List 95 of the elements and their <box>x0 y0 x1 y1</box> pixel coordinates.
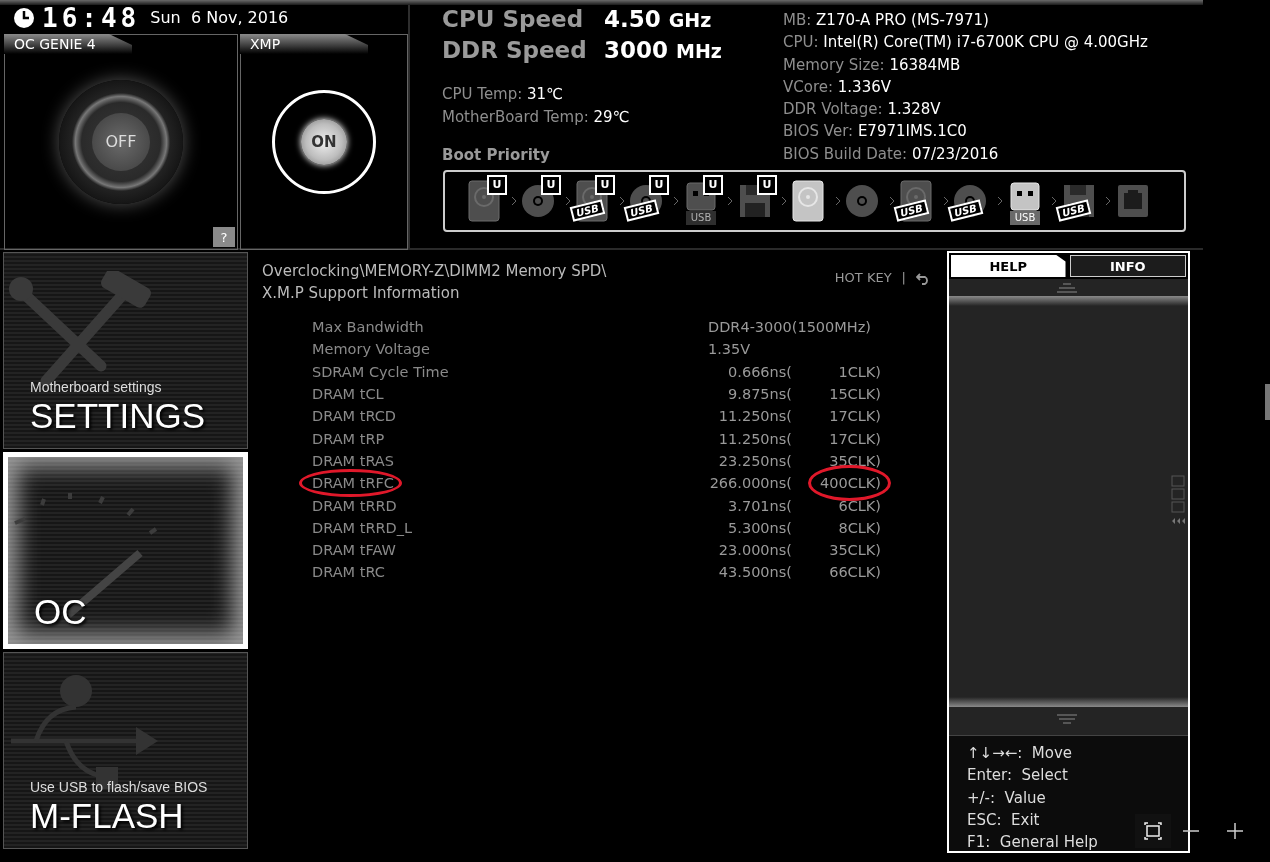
setting-name: DRAM tRRD_L <box>312 518 414 538</box>
key-hint: ↑↓→←: Move <box>967 743 1073 764</box>
speed-value: 4.50 GHz <box>604 8 712 31</box>
clock-cycles: 17CLK) <box>829 408 881 425</box>
clock-cycles: 6CLK) <box>838 497 881 514</box>
setting-name: SDRAM Cycle Time <box>312 362 450 382</box>
date-text: Sun 6 Nov, 2016 <box>150 7 289 29</box>
panel-title: OC GENIE 4 <box>4 34 132 54</box>
temperature-text: MotherBoard Temp: 29℃ <box>442 107 631 127</box>
clock-cycles: 35CLK) <box>829 452 881 469</box>
setting-name: DRAM tFAW <box>312 541 397 561</box>
plus-icon[interactable] <box>1225 821 1245 841</box>
speed-label: CPU Speed <box>442 8 585 31</box>
badge: U <box>487 174 507 195</box>
breadcrumb-path: Overclocking\MEMORY-Z\DIMM2 Memory SPD\ <box>262 261 607 282</box>
clock-cycles: 8CLK) <box>838 519 881 536</box>
hotkey-button[interactable]: HOT KEY <box>834 268 892 288</box>
setting-value: 11.250ns( <box>717 407 792 427</box>
section-title: Boot Priority <box>442 145 551 166</box>
chevron-icon <box>1105 195 1111 206</box>
tile-title: OC <box>34 592 87 632</box>
setting-value: 23.250ns( <box>717 451 792 471</box>
chevron-icon <box>511 195 517 206</box>
badge: U <box>541 174 561 195</box>
setting-name: Max Bandwidth <box>312 318 425 338</box>
system-info-text: BIOS Build Date: 07/23/2016 <box>783 143 1000 165</box>
setting-name: Memory Voltage <box>312 340 431 360</box>
system-info-text: DDR Voltage: 1.328V <box>783 99 942 121</box>
clock-cycles: 17CLK) <box>829 430 881 447</box>
clock-cycles: 35CLK) <box>829 542 881 559</box>
badge: U <box>703 174 723 195</box>
clock-cycles: 66CLK) <box>829 564 881 581</box>
chevron-icon <box>727 195 733 206</box>
panel-tab[interactable]: INFO <box>1069 255 1186 277</box>
badge: U <box>649 174 669 195</box>
separator-text: | <box>901 269 906 287</box>
setting-value: 0.666ns( <box>727 362 792 382</box>
setting-name: DRAM tRRD <box>312 496 398 516</box>
tile-title: SETTINGS <box>30 396 206 436</box>
setting-value: 1.35V <box>707 340 752 360</box>
setting-name: DRAM tRP <box>312 429 386 449</box>
menu-tile[interactable]: Motherboard settings SETTINGS <box>3 252 248 449</box>
system-info-text: MB: Z170-A PRO (MS-7971) <box>783 10 990 31</box>
clock-cycles: 1CLK) <box>838 363 881 380</box>
tile-title: M-FLASH <box>30 796 184 836</box>
tile-subtitle: Motherboard settings <box>30 378 162 396</box>
page-title: X.M.P Support Information <box>262 283 461 304</box>
key-hint: ESC: Exit <box>967 809 1040 831</box>
setting-value: 43.500ns( <box>717 563 792 583</box>
speed-value: 3000 MHz <box>604 39 722 62</box>
xmp-toggle[interactable]: ON <box>272 90 376 194</box>
chevron-icon <box>619 195 625 206</box>
setting-name: DRAM tRAS <box>312 451 395 471</box>
setting-value: 266.000ns( <box>708 474 792 494</box>
setting-name: DRAM tRC <box>312 563 386 583</box>
chevron-icon <box>889 195 895 206</box>
speed-label: DDR Speed <box>442 39 588 62</box>
system-info-text: VCore: 1.336V <box>783 76 892 98</box>
system-info-text: Memory Size: 16384MB <box>783 54 962 76</box>
chevron-icon <box>997 195 1003 206</box>
chevron-icon <box>673 195 679 206</box>
chevron-icon <box>1051 195 1057 206</box>
oc-genie-toggle[interactable]: OFF <box>59 80 183 204</box>
panel-title: XMP <box>240 34 368 54</box>
setting-name: DRAM tRCD <box>312 407 398 427</box>
temperature-text: CPU Temp: 31℃ <box>442 84 564 104</box>
clock-icon <box>14 8 34 28</box>
setting-value: 3.701ns( <box>727 496 792 516</box>
clock-time: 16:48 <box>42 4 141 32</box>
key-hint: Enter: Select <box>967 765 1068 787</box>
scroll-marker <box>1265 384 1270 420</box>
menu-tile[interactable]: Use USB to flash/save BIOS M-FLASH <box>3 652 248 849</box>
key-hint: F1: General Help <box>967 832 1098 854</box>
clock-cycles: 400CLK) <box>819 475 881 492</box>
system-info-text: BIOS Ver: E7971IMS.1C0 <box>783 121 968 143</box>
setting-value: 9.875ns( <box>727 385 792 405</box>
badge: U <box>757 174 777 195</box>
chevron-icon <box>781 195 787 206</box>
back-icon[interactable] <box>916 270 930 285</box>
chevron-icon <box>835 195 841 206</box>
tile-subtitle: Use USB to flash/save BIOS <box>30 778 208 796</box>
system-info-text: CPU: Intel(R) Core(TM) i7-6700K CPU @ 4.00GHz <box>783 32 1148 54</box>
setting-name: DRAM tRFC <box>312 475 394 492</box>
setting-value: 5.300ns( <box>727 518 792 538</box>
key-hint: +/-: Value <box>967 787 1046 809</box>
clock-cycles: 15CLK) <box>829 386 881 403</box>
chevron-icon <box>565 195 571 206</box>
menu-tile[interactable]: OC <box>3 452 248 649</box>
badge: U <box>595 174 615 195</box>
setting-value: 23.000ns( <box>717 541 792 561</box>
panel-tab[interactable]: HELP <box>951 255 1066 277</box>
chevron-icon <box>943 195 949 206</box>
setting-value: 11.250ns( <box>717 429 792 449</box>
setting-name: DRAM tCL <box>312 385 385 405</box>
setting-value: DDR4-3000(1500MHz) <box>707 318 872 338</box>
